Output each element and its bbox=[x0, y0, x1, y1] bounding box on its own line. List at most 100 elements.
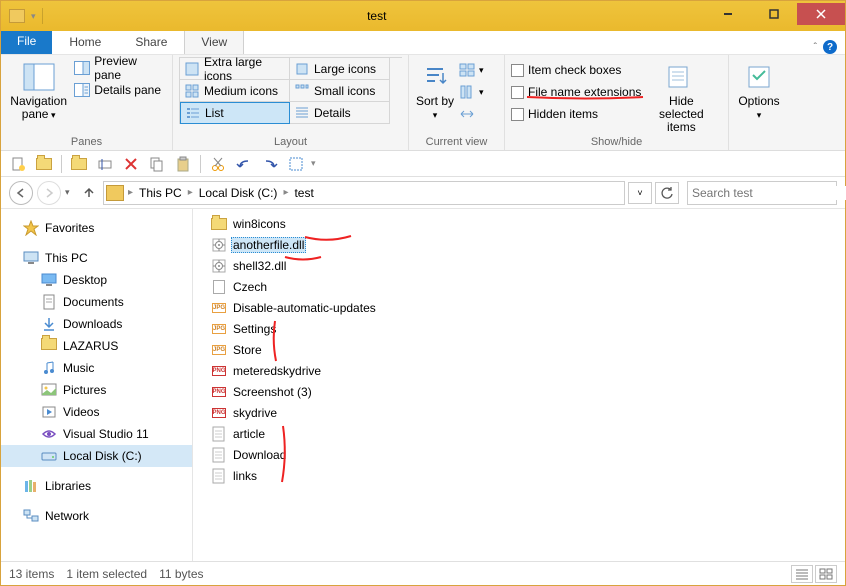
file-item[interactable]: PNGskydrive bbox=[209, 402, 845, 423]
navigation-pane-button[interactable]: Navigation pane ▾ bbox=[7, 57, 70, 121]
file-item[interactable]: JPGStore bbox=[209, 339, 845, 360]
file-item[interactable]: win8icons bbox=[209, 213, 845, 234]
list-icon bbox=[185, 105, 201, 121]
nav-favorites[interactable]: Favorites bbox=[1, 217, 192, 239]
chevron-right-icon[interactable]: ▸ bbox=[186, 187, 195, 198]
layout-group-label: Layout bbox=[179, 136, 402, 150]
delete-button[interactable] bbox=[120, 153, 142, 175]
layout-small[interactable]: Small icons bbox=[290, 80, 390, 102]
tab-share[interactable]: Share bbox=[118, 30, 184, 54]
forward-button[interactable] bbox=[37, 181, 61, 205]
layout-details[interactable]: Details bbox=[290, 102, 390, 124]
new-item-button[interactable] bbox=[7, 153, 29, 175]
file-item[interactable]: article bbox=[209, 423, 845, 444]
nav-child-label: Local Disk (C:) bbox=[63, 449, 142, 463]
chevron-right-icon[interactable]: ▸ bbox=[281, 187, 290, 198]
navigation-pane-label: Navigation pane bbox=[10, 94, 67, 121]
quick-access-toolbar: ▾ bbox=[1, 151, 845, 177]
redo-button[interactable] bbox=[259, 153, 281, 175]
address-dropdown-button[interactable]: ˅ bbox=[628, 182, 652, 204]
hide-selected-button[interactable]: Hide selected items bbox=[645, 57, 717, 135]
minimize-button[interactable] bbox=[705, 3, 751, 25]
current-view-group-label: Current view bbox=[415, 136, 498, 150]
layout-extra-large[interactable]: Extra large icons bbox=[180, 58, 290, 80]
select-all-button[interactable] bbox=[285, 153, 307, 175]
maximize-button[interactable] bbox=[751, 3, 797, 25]
tab-view[interactable]: View bbox=[184, 30, 244, 54]
nav-child-icon bbox=[41, 272, 57, 288]
paste-button[interactable] bbox=[172, 153, 194, 175]
computer-icon bbox=[23, 250, 39, 266]
breadcrumb[interactable]: Local Disk (C:) bbox=[197, 186, 280, 200]
file-item[interactable]: JPGDisable-automatic-updates bbox=[209, 297, 845, 318]
rename-button[interactable] bbox=[94, 153, 116, 175]
close-button[interactable] bbox=[797, 3, 845, 25]
nav-child[interactable]: Pictures bbox=[1, 379, 192, 401]
new-folder-button[interactable] bbox=[33, 153, 55, 175]
sort-by-button[interactable]: Sort by ▾ bbox=[415, 57, 455, 121]
network-icon bbox=[23, 508, 39, 524]
nav-child[interactable]: Downloads bbox=[1, 313, 192, 335]
nav-child[interactable]: LAZARUS bbox=[1, 335, 192, 357]
qat-dropdown-icon[interactable]: ▾ bbox=[311, 158, 316, 169]
copy-button[interactable] bbox=[146, 153, 168, 175]
nav-child-icon bbox=[41, 294, 57, 310]
details-view-toggle[interactable] bbox=[791, 565, 813, 583]
file-name-extensions-toggle[interactable]: File name extensions bbox=[511, 81, 641, 103]
nav-child[interactable]: Local Disk (C:) bbox=[1, 445, 192, 467]
options-button[interactable]: Options▾ bbox=[735, 57, 783, 121]
nav-network[interactable]: Network bbox=[1, 505, 192, 527]
file-item[interactable]: Czech bbox=[209, 276, 845, 297]
undo-button[interactable] bbox=[233, 153, 255, 175]
file-item[interactable]: anotherfile.dll bbox=[209, 234, 845, 255]
add-columns-button[interactable]: ▾ bbox=[459, 81, 484, 103]
checkbox-icon bbox=[511, 64, 524, 77]
thumbnails-view-toggle[interactable] bbox=[815, 565, 837, 583]
back-button[interactable] bbox=[9, 181, 33, 205]
hidden-items-toggle[interactable]: Hidden items bbox=[511, 103, 641, 125]
file-item[interactable]: links bbox=[209, 465, 845, 486]
nav-this-pc[interactable]: This PC bbox=[1, 247, 192, 269]
address-bar[interactable]: ▸ This PC ▸ Local Disk (C:) ▸ test bbox=[103, 181, 625, 205]
up-button[interactable] bbox=[79, 183, 99, 203]
refresh-button[interactable] bbox=[655, 182, 679, 204]
sort-by-label: Sort by bbox=[416, 94, 454, 108]
status-selected: 1 item selected bbox=[66, 567, 147, 581]
file-item[interactable]: PNGScreenshot (3) bbox=[209, 381, 845, 402]
file-item[interactable]: PNGmeteredskydrive bbox=[209, 360, 845, 381]
details-pane-button[interactable]: Details pane bbox=[74, 79, 166, 101]
preview-pane-button[interactable]: Preview pane bbox=[74, 57, 166, 79]
chevron-right-icon[interactable]: ▸ bbox=[126, 187, 135, 198]
nav-libraries[interactable]: Libraries bbox=[1, 475, 192, 497]
nav-child[interactable]: Visual Studio 11 bbox=[1, 423, 192, 445]
nav-child[interactable]: Desktop bbox=[1, 269, 192, 291]
nav-child[interactable]: Videos bbox=[1, 401, 192, 423]
file-list[interactable]: win8iconsanotherfile.dllshell32.dllCzech… bbox=[193, 209, 845, 561]
cut-button[interactable] bbox=[207, 153, 229, 175]
nav-child[interactable]: Music bbox=[1, 357, 192, 379]
item-checkboxes-toggle[interactable]: Item check boxes bbox=[511, 59, 641, 81]
search-input[interactable] bbox=[692, 186, 846, 200]
group-by-button[interactable]: ▾ bbox=[459, 59, 484, 81]
layout-large[interactable]: Large icons bbox=[290, 58, 390, 80]
file-menu[interactable]: File bbox=[1, 30, 52, 54]
address-search-row: ▾ ▸ This PC ▸ Local Disk (C:) ▸ test ˅ bbox=[1, 177, 845, 209]
file-item[interactable]: Download bbox=[209, 444, 845, 465]
png-icon: PNG bbox=[212, 387, 226, 397]
layout-list[interactable]: List bbox=[180, 102, 290, 124]
search-box[interactable] bbox=[687, 181, 837, 205]
nav-child[interactable]: Documents bbox=[1, 291, 192, 313]
breadcrumb[interactable]: test bbox=[292, 186, 315, 200]
navigation-tree[interactable]: Favorites This PC DesktopDocumentsDownlo… bbox=[1, 209, 193, 561]
help-icon[interactable]: ? bbox=[823, 40, 837, 54]
tab-home[interactable]: Home bbox=[52, 30, 118, 54]
size-columns-button[interactable] bbox=[459, 103, 484, 125]
open-button[interactable] bbox=[68, 153, 90, 175]
ribbon-collapse-icon[interactable]: ˆ bbox=[814, 42, 817, 53]
file-item[interactable]: JPGSettings bbox=[209, 318, 845, 339]
large-icon bbox=[294, 61, 310, 77]
layout-medium[interactable]: Medium icons bbox=[180, 80, 290, 102]
file-item[interactable]: shell32.dll bbox=[209, 255, 845, 276]
history-dropdown-icon[interactable]: ▾ bbox=[65, 187, 75, 198]
breadcrumb[interactable]: This PC bbox=[137, 186, 184, 200]
